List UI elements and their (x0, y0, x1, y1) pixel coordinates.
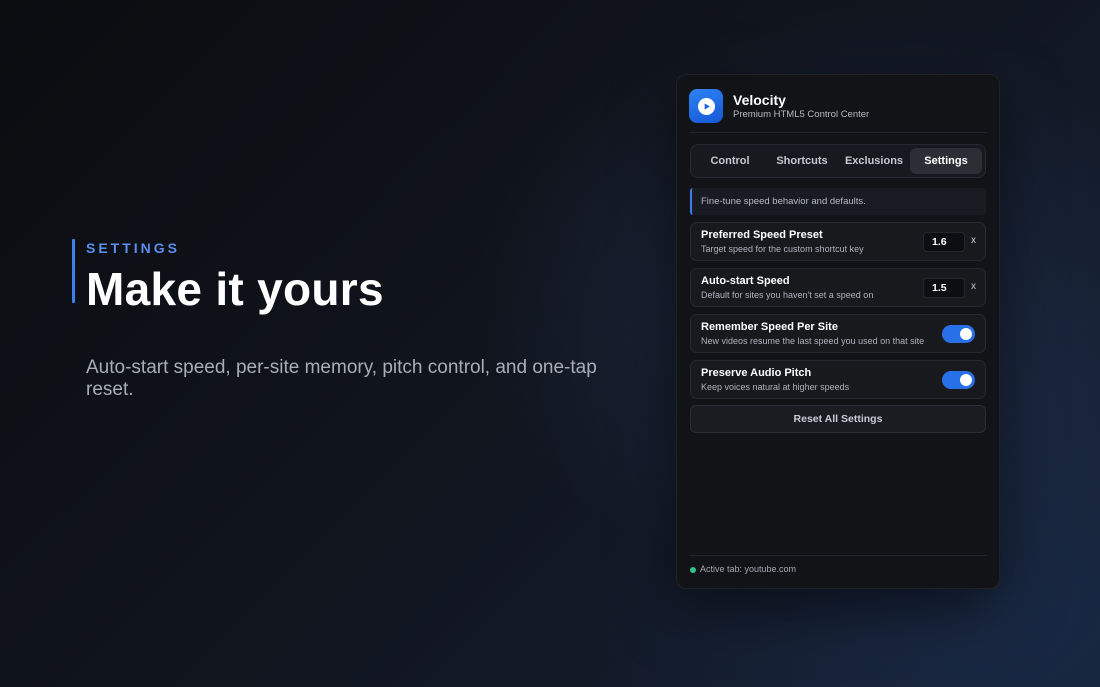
tab-settings[interactable]: Settings (910, 148, 982, 174)
extension-panel: Velocity Premium HTML5 Control Center Co… (676, 74, 1000, 589)
active-tab-status: Active tab: youtube.com (700, 564, 797, 574)
app-name: Velocity (733, 92, 786, 108)
hero-title: Make it yours (86, 263, 384, 315)
speed-unit: x (971, 281, 976, 292)
accent-bar (72, 239, 75, 303)
info-banner: Fine-tune speed behavior and defaults. (690, 188, 986, 215)
row-description: New videos resume the last speed you use… (701, 336, 925, 346)
tab-exclusions[interactable]: Exclusions (838, 148, 910, 174)
panel-header: Velocity Premium HTML5 Control Center (689, 89, 987, 133)
preserve-pitch-row: Preserve Audio Pitch Keep voices natural… (690, 360, 986, 399)
remember-speed-toggle[interactable] (942, 325, 975, 343)
preserve-pitch-toggle[interactable] (942, 371, 975, 389)
footer-divider (689, 555, 987, 556)
hero-section: SETTINGS Make it yours Auto-start speed,… (72, 239, 612, 401)
autostart-speed-input[interactable]: 1.5 (923, 278, 965, 298)
app-logo (689, 89, 723, 123)
toggle-knob (960, 328, 972, 340)
preferred-speed-input[interactable]: 1.6 (923, 232, 965, 252)
tab-bar: Control Shortcuts Exclusions Settings (690, 144, 986, 178)
preferred-speed-row: Preferred Speed Preset Target speed for … (690, 222, 986, 261)
row-description: Default for sites you haven't set a spee… (701, 290, 874, 300)
row-title: Preferred Speed Preset (701, 229, 823, 241)
autostart-speed-row: Auto-start Speed Default for sites you h… (690, 268, 986, 307)
app-subtitle: Premium HTML5 Control Center (733, 109, 870, 120)
status-dot-icon (690, 567, 696, 573)
reset-all-button[interactable]: Reset All Settings (690, 405, 986, 433)
row-title: Remember Speed Per Site (701, 321, 838, 333)
hero-eyebrow: SETTINGS (86, 240, 181, 256)
toggle-knob (960, 374, 972, 386)
remember-speed-row: Remember Speed Per Site New videos resum… (690, 314, 986, 353)
speed-unit: x (971, 235, 976, 246)
row-description: Target speed for the custom shortcut key (701, 244, 864, 254)
play-icon (697, 97, 715, 115)
hero-heading: SETTINGS Make it yours (72, 239, 612, 317)
hero-subtitle: Auto-start speed, per-site memory, pitch… (86, 357, 597, 400)
row-title: Preserve Audio Pitch (701, 367, 812, 379)
tab-shortcuts[interactable]: Shortcuts (766, 148, 838, 174)
row-title: Auto-start Speed (701, 275, 790, 287)
row-description: Keep voices natural at higher speeds (701, 382, 850, 392)
tab-control[interactable]: Control (694, 148, 766, 174)
